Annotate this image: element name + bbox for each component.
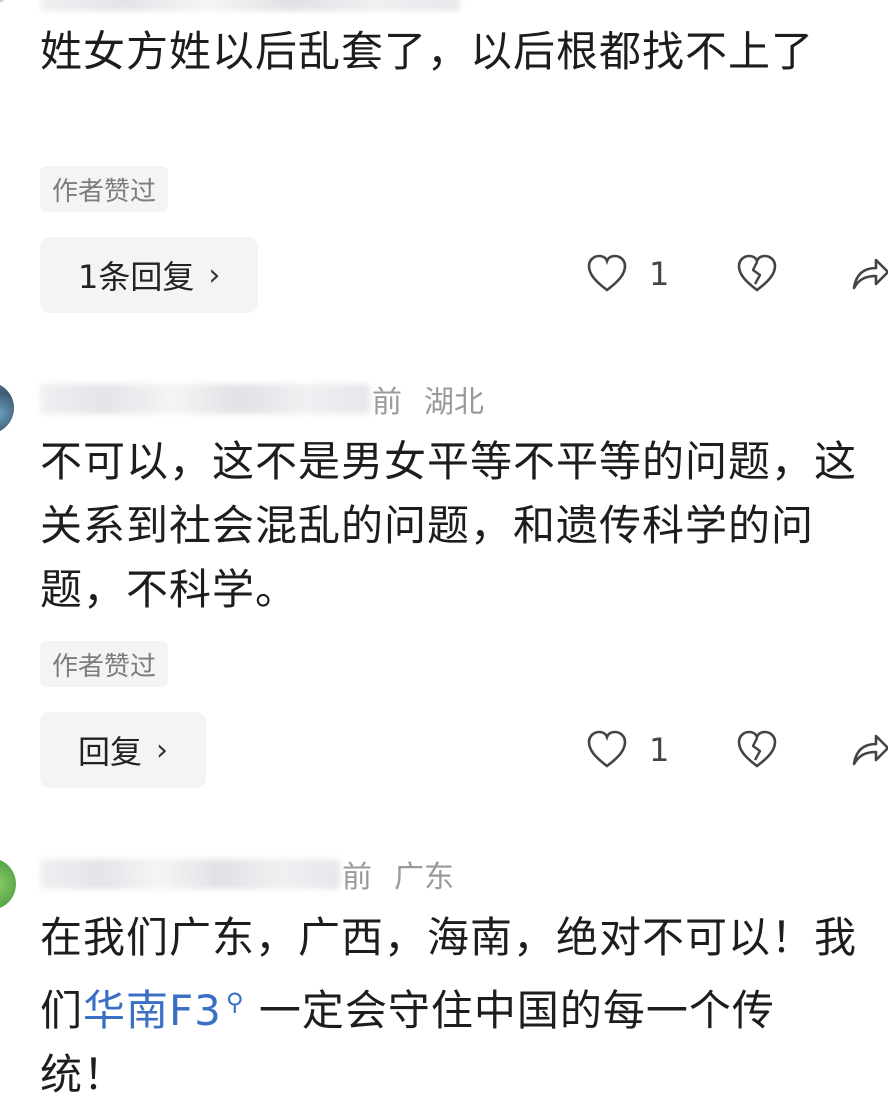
like-button[interactable]: 1 xyxy=(585,252,669,296)
time-suffix: 前 xyxy=(372,385,402,420)
heart-outline-icon xyxy=(587,730,627,768)
share-arrow-icon xyxy=(852,734,888,766)
share-arrow-icon xyxy=(852,258,888,290)
reply-button-label: 回复 xyxy=(78,733,143,771)
comment-text: 不可以，这不是男女平等不平等的问题，这关系到社会混乱的问题，和遗传科学的问题，不… xyxy=(40,437,858,614)
avatar[interactable] xyxy=(0,0,14,4)
blurred-username xyxy=(40,0,460,11)
like-count: 1 xyxy=(649,255,670,293)
chevron-right-icon: › xyxy=(156,732,169,768)
heart-outline-icon xyxy=(587,254,627,292)
topic-link[interactable]: 华南F3 xyxy=(83,986,222,1035)
share-button[interactable] xyxy=(848,252,888,296)
location-label: 广东 xyxy=(394,860,454,895)
reply-button-label: 1条回复 xyxy=(78,258,195,296)
like-count: 1 xyxy=(649,731,670,769)
search-icon[interactable]: ⚲ xyxy=(226,988,245,1016)
comment-meta xyxy=(40,0,460,14)
comment-text: 在我们广东，广西，海南，绝对不可以！我们华南F3 ⚲ 一定会守住中国的每一个传统！ xyxy=(40,906,860,1107)
view-replies-button[interactable]: 1条回复 › xyxy=(40,237,259,313)
blurred-username xyxy=(40,859,340,889)
author-liked-tag: 作者赞过 xyxy=(40,166,169,212)
chevron-right-icon: › xyxy=(208,257,221,293)
like-button[interactable]: 1 xyxy=(585,728,669,772)
reply-button[interactable]: 回复 › xyxy=(40,712,207,788)
avatar[interactable] xyxy=(0,382,14,434)
share-button[interactable] xyxy=(848,728,888,772)
avatar[interactable] xyxy=(0,858,16,910)
time-suffix: 前 xyxy=(342,860,372,895)
location-label: 湖北 xyxy=(424,385,484,420)
dislike-button[interactable] xyxy=(735,252,779,296)
comment-text: 姓女方姓以后乱套了，以后根都找不上了 xyxy=(40,27,815,76)
dislike-button[interactable] xyxy=(735,728,779,772)
author-liked-tag: 作者赞过 xyxy=(40,641,169,687)
broken-heart-icon xyxy=(737,254,777,292)
broken-heart-icon xyxy=(737,730,777,768)
comment-meta: 前 广东 xyxy=(40,856,454,895)
comment-meta: 前 湖北 xyxy=(40,381,484,420)
blurred-username xyxy=(40,384,370,414)
